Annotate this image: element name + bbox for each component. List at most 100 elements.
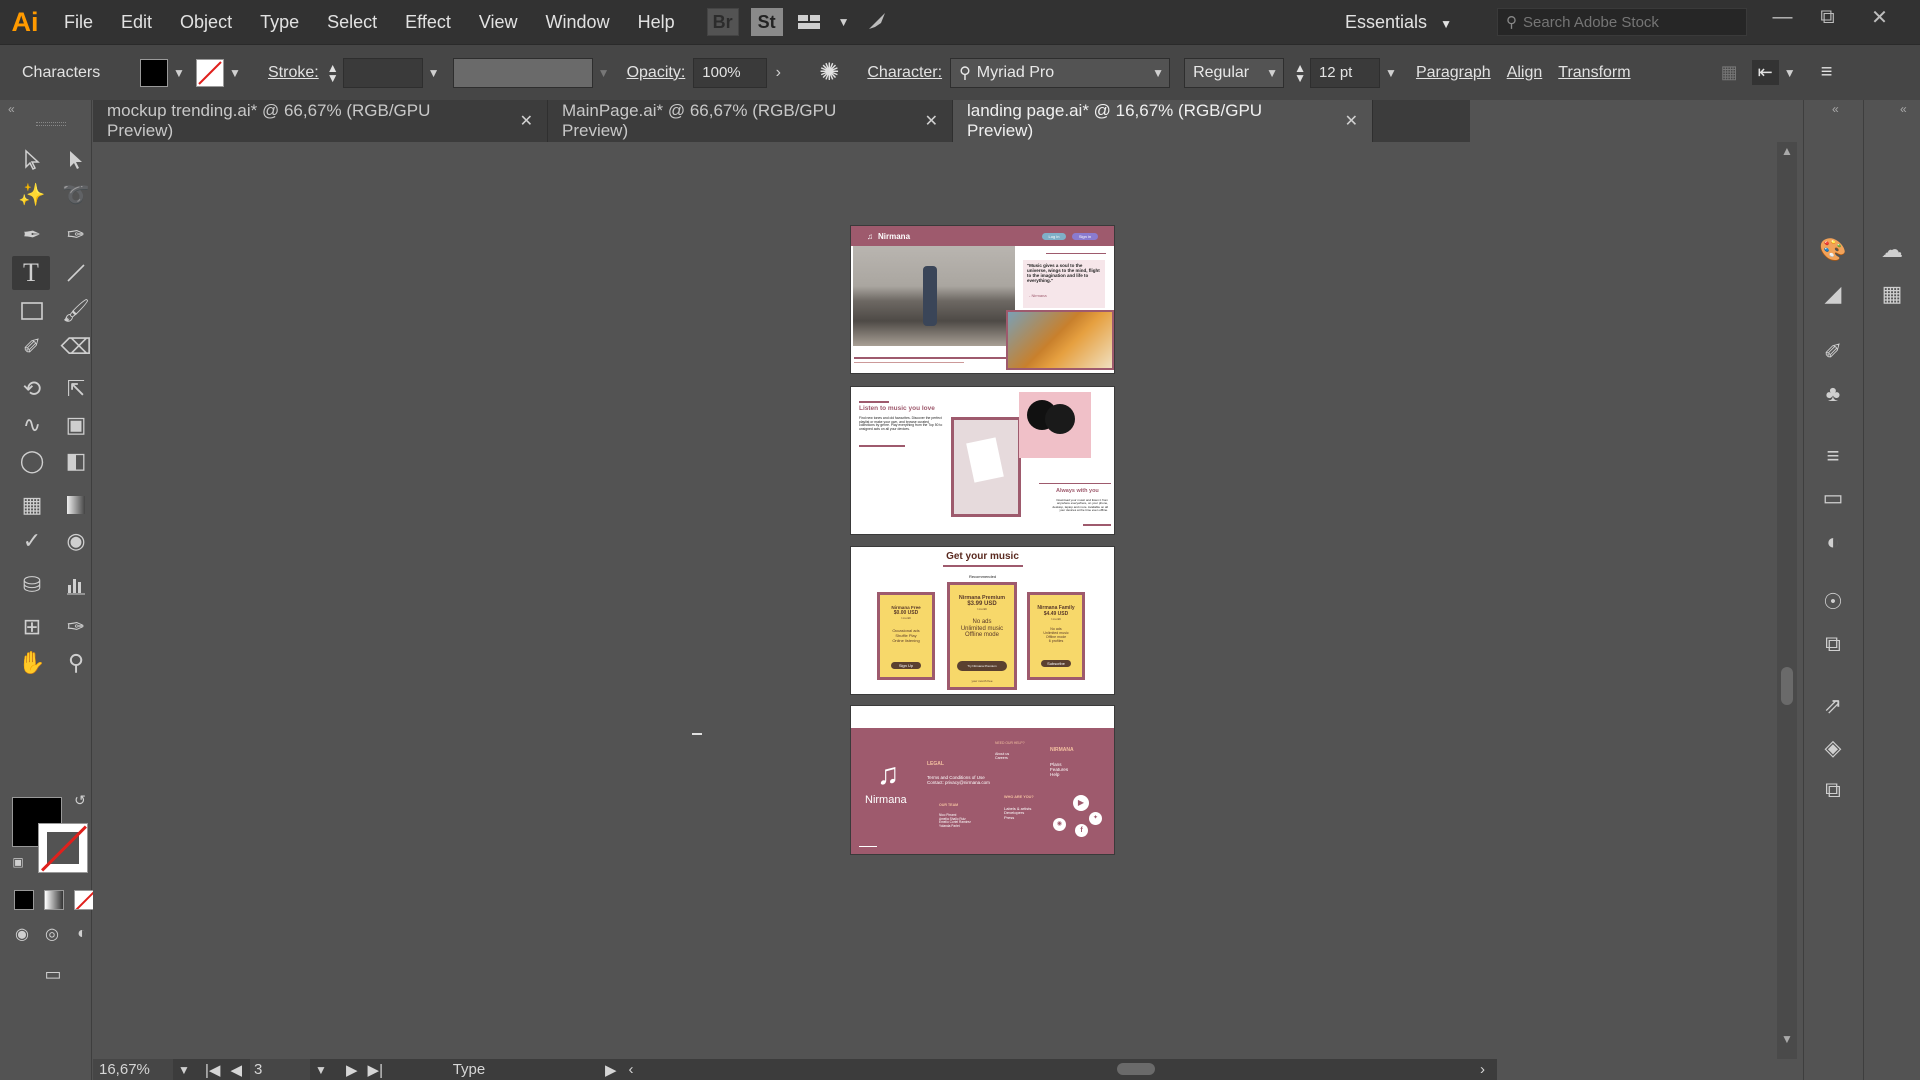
swatches-panel-icon[interactable]: ▦ [1872,276,1912,312]
appearance-panel-icon[interactable]: ☉ [1813,584,1853,620]
instagram-icon[interactable]: ◉ [1053,818,1066,831]
chevron-down-icon[interactable]: ▼ [833,15,855,29]
minimize-button[interactable]: — [1760,0,1805,34]
scroll-right-icon[interactable]: › [1480,1061,1485,1078]
arrange-documents-button[interactable] [795,8,827,36]
twitter-icon[interactable]: ✦ [1089,812,1102,825]
tab-landing-page[interactable]: landing page.ai* @ 16,67% (RGB/GPU Previ… [953,100,1373,142]
eyedropper-tool-icon[interactable]: ✓ [16,526,48,556]
character-label[interactable]: Character: [859,64,950,82]
last-artboard-icon[interactable]: ▶| [368,1061,383,1079]
gradient-panel-icon[interactable]: ▭ [1813,480,1853,516]
eraser-tool-icon[interactable]: ⌫ [60,332,92,362]
rotate-tool-icon[interactable]: ⟲ [16,374,48,404]
fill-swatch[interactable] [140,58,168,87]
chevron-down-icon[interactable]: ▼ [1380,66,1402,80]
hand-tool-icon[interactable]: ✋ [16,648,48,678]
gradient-tool-icon[interactable] [60,490,92,520]
draw-normal-icon[interactable]: ◉ [10,922,34,946]
bridge-button[interactable]: Br [706,8,739,36]
panel-grip[interactable] [36,122,66,126]
menu-file[interactable]: File [50,0,107,44]
workspace-switcher[interactable]: Essentials ▼ [1345,0,1452,44]
font-size-input[interactable]: 12 pt [1309,57,1380,88]
menu-view[interactable]: View [465,0,532,44]
stroke-panel-icon[interactable]: ≡ [1813,438,1853,474]
text-wrap-icon[interactable]: ⇤ [1751,60,1779,85]
draw-behind-icon[interactable]: ◎ [40,922,64,946]
chevron-down-icon[interactable]: ▼ [224,66,246,80]
menu-type[interactable]: Type [246,0,313,44]
status-menu-icon[interactable]: ▶ [605,1061,617,1079]
shape-builder-tool-icon[interactable]: ◯ [16,446,48,476]
artboard-pricing[interactable]: Get your music Recommended Nirmana Free … [851,547,1114,694]
graphic-styles-icon[interactable]: ⧉ [1813,626,1853,662]
canvas-area[interactable]: ♫ Nirmana Log in Sign in "Music gives a … [93,142,1477,1059]
recolor-artwork-icon[interactable]: ✺ [819,58,839,87]
stock-button[interactable]: St [750,8,783,36]
menu-object[interactable]: Object [166,0,246,44]
paragraph-link[interactable]: Paragraph [1408,64,1499,82]
tab-mainpage[interactable]: MainPage.ai* @ 66,67% (RGB/GPU Preview) … [548,100,953,142]
search-stock-input[interactable] [1523,13,1723,31]
color-mode-icon[interactable] [14,890,34,910]
horizontal-scroll-thumb[interactable] [1116,1063,1155,1075]
close-window-button[interactable]: ✕ [1857,0,1902,34]
transform-link[interactable]: Transform [1550,64,1638,82]
paintbrush-tool-icon[interactable]: 🖌 [60,296,92,326]
zoom-level[interactable]: 16,67% [93,1059,173,1080]
chevron-right-icon[interactable]: › [767,64,789,82]
default-fill-stroke-icon[interactable]: ▣ [8,852,28,872]
menu-effect[interactable]: Effect [391,0,465,44]
magic-wand-tool-icon[interactable]: ✨ [16,180,48,210]
symbols-panel-icon[interactable]: ♣ [1813,376,1853,412]
close-icon[interactable]: ✕ [520,111,533,131]
collapse-dock-icon[interactable]: « [1900,102,1907,116]
artboard-hero[interactable]: ♫ Nirmana Log in Sign in "Music gives a … [851,226,1114,373]
perspective-grid-tool-icon[interactable]: ◧ [60,446,92,476]
stroke-color-box[interactable] [38,823,88,873]
selection-tool-icon[interactable] [16,145,48,175]
artboards-panel-icon[interactable]: ⧉ [1813,772,1853,808]
color-guide-icon[interactable]: ◢ [1813,276,1853,312]
free-transform-tool-icon[interactable]: ▣ [60,410,92,440]
plan-card-premium[interactable]: Nirmana Premium $3.99 USD / month No ads… [947,582,1017,690]
align-link[interactable]: Align [1499,64,1551,82]
stepper-icon[interactable]: ▲ ▼ [327,62,339,84]
gpu-performance-button[interactable] [861,8,893,36]
menu-select[interactable]: Select [313,0,391,44]
transparency-panel-icon[interactable]: ◐ [1813,524,1853,560]
rectangle-tool-icon[interactable] [16,296,48,326]
artboard-features[interactable]: Listen to music you love Find new tones … [851,387,1114,534]
shaper-tool-icon[interactable]: ✐ [16,332,48,362]
close-icon[interactable]: ✕ [1345,111,1358,131]
brushes-panel-icon[interactable]: ✐ [1813,334,1853,370]
artboard-tool-icon[interactable]: ⊞ [16,612,48,642]
variable-width-profile[interactable] [452,57,593,88]
menu-help[interactable]: Help [624,0,689,44]
chevron-down-icon[interactable]: ▼ [423,66,445,80]
chevron-down-icon[interactable]: ▼ [310,1063,332,1077]
chevron-down-icon[interactable]: ▼ [1779,66,1801,80]
font-family-dropdown[interactable]: ⚲ Myriad Pro [950,57,1171,88]
artboard-footer[interactable]: ♫ Nirmana LEGAL Terms and Conditions of … [851,706,1114,854]
blend-tool-icon[interactable]: ◉ [60,526,92,556]
search-stock-field[interactable]: ⚲ [1497,8,1747,36]
type-tool-icon[interactable]: T [12,256,50,290]
facebook-icon[interactable]: f [1075,824,1088,837]
plan-card-free[interactable]: Nirmana Free $0.00 USD / month Occasiona… [877,592,935,680]
gradient-mode-icon[interactable] [44,890,64,910]
previous-artboard-icon[interactable]: ◀ [230,1061,242,1079]
plan-card-family[interactable]: Nirmana Family $4.49 USD / month No ads … [1027,592,1085,680]
stroke-label[interactable]: Stroke: [260,64,327,82]
login-button[interactable]: Log in [1042,233,1066,240]
youtube-icon[interactable]: ▶ [1073,795,1089,811]
mesh-tool-icon[interactable]: ▦ [16,490,48,520]
horizontal-scrollbar[interactable] [634,1059,1480,1080]
plan-button[interactable]: Subscribe [1041,660,1071,667]
draw-inside-icon[interactable]: ◐ [70,922,94,946]
artboard-number[interactable]: 3 [249,1059,310,1080]
stepper-icon[interactable]: ▲ ▼ [1294,62,1306,84]
opacity-label[interactable]: Opacity: [619,64,694,82]
scale-tool-icon[interactable]: ⇱ [60,374,92,404]
